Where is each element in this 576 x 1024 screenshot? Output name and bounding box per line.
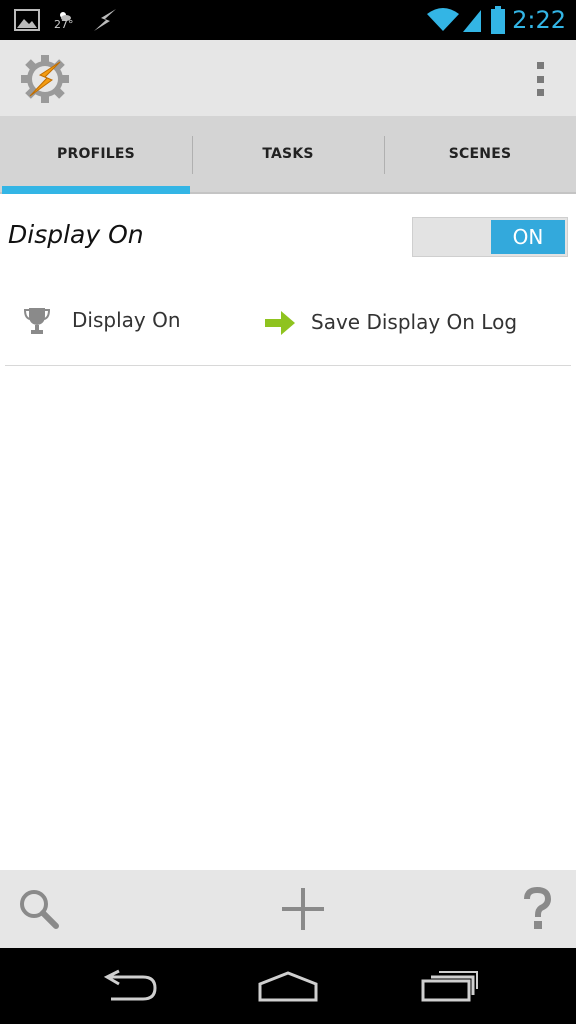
bottom-toolbar bbox=[0, 870, 576, 948]
home-icon[interactable] bbox=[253, 966, 323, 1006]
wifi-icon bbox=[426, 0, 460, 40]
clock: 2:22 bbox=[512, 6, 566, 34]
help-icon[interactable] bbox=[512, 884, 562, 934]
overflow-menu-icon[interactable] bbox=[534, 62, 546, 96]
gallery-icon bbox=[14, 0, 40, 40]
profile-name[interactable]: Display On bbox=[8, 220, 144, 249]
task-label[interactable]: Save Display On Log bbox=[311, 310, 517, 334]
tasker-gear-icon[interactable] bbox=[20, 54, 70, 104]
arrow-right-icon bbox=[263, 308, 297, 338]
trophy-icon bbox=[23, 306, 51, 336]
row-divider bbox=[5, 365, 571, 366]
add-icon[interactable] bbox=[278, 884, 328, 934]
toggle-thumb: ON bbox=[491, 220, 565, 254]
tab-bar: PROFILES TASKS SCENES bbox=[0, 116, 576, 194]
tab-profiles[interactable]: PROFILES bbox=[0, 116, 192, 194]
profile-header[interactable]: Display On ON bbox=[0, 210, 576, 266]
tab-scenes[interactable]: SCENES bbox=[384, 116, 576, 192]
recent-apps-icon[interactable] bbox=[414, 966, 484, 1006]
search-icon[interactable] bbox=[14, 884, 64, 934]
context-label[interactable]: Display On bbox=[72, 308, 181, 332]
profile-row[interactable]: Display On Save Display On Log bbox=[0, 290, 576, 356]
tab-tasks[interactable]: TASKS bbox=[192, 116, 384, 192]
status-bar: 27° 2:22 bbox=[0, 0, 576, 40]
back-icon[interactable] bbox=[94, 966, 164, 1006]
nav-bar bbox=[0, 948, 576, 1024]
profile-toggle[interactable]: ON bbox=[412, 217, 568, 257]
battery-icon bbox=[490, 0, 506, 40]
weather-icon: 27° bbox=[54, 0, 74, 40]
action-bar bbox=[0, 40, 576, 116]
flash-icon bbox=[92, 0, 118, 40]
weather-temp: 27° bbox=[54, 18, 74, 31]
signal-icon bbox=[462, 0, 482, 40]
